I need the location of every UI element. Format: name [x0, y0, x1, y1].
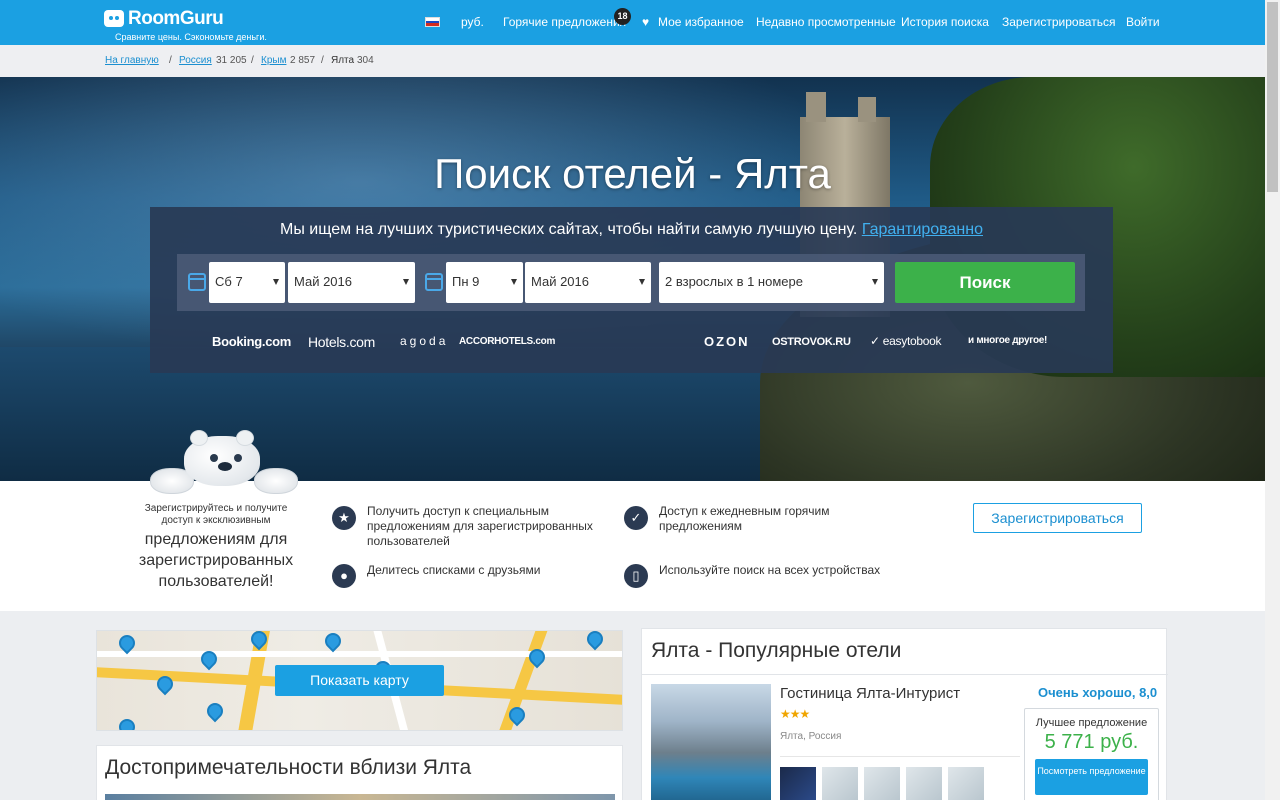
search-tagline: Мы ищем на лучших туристических сайтах, … [280, 221, 983, 238]
nav-hot-deals[interactable]: Горячие предложения [503, 15, 626, 29]
register-button[interactable]: Зарегистрироваться [973, 503, 1142, 533]
partner-ostrovok-logo: OSTROVOK.RU [772, 336, 851, 348]
breadcrumb-country-count: 31 205 [216, 55, 247, 66]
checkin-month-select[interactable]: Май 2016 [288, 262, 415, 303]
logo-name: RoomGuru [128, 8, 224, 29]
breadcrumb-home-link[interactable]: На главную [105, 55, 159, 66]
feature-special-offers: Получить доступ к специальным предложени… [367, 504, 593, 548]
hero-title: Поиск отелей - Ялта [434, 150, 831, 197]
nav-register[interactable]: Зарегистрироваться [1002, 15, 1115, 29]
top-navigation-bar: RoomGuru Сравните цены. Сэкономьте деньг… [0, 0, 1265, 45]
partner-accorhotels-logo: ACCORHOTELS.com [459, 336, 556, 347]
partners-more-text: и многое другое! [968, 335, 1048, 346]
hotel-thumbnail[interactable] [780, 767, 816, 800]
hotel-thumbnail[interactable] [864, 767, 900, 800]
checkout-month-select[interactable]: Май 2016 [525, 262, 651, 303]
hotel-rating: Очень хорошо, 8,0 [1038, 685, 1158, 700]
hotel-thumbnail[interactable] [906, 767, 942, 800]
map-pin-icon [115, 715, 139, 730]
partner-easytobook-logo: ✓ easytobook [870, 334, 942, 348]
registration-promo: Зарегистрируйтесь и получите доступ к эк… [0, 430, 1265, 611]
breadcrumb-country-link[interactable]: Россия [179, 55, 212, 66]
check-icon: ✓ [624, 506, 648, 530]
nav-search-history[interactable]: История поиска [901, 15, 989, 29]
nav-login[interactable]: Войти [1126, 15, 1160, 29]
heart-icon: ♥ [642, 15, 650, 29]
nearby-sights-card: Достопримечательности вблизи Ялта [96, 745, 623, 800]
guarantee-link[interactable]: Гарантированно [862, 221, 983, 238]
partner-ozon-logo: OZON [704, 334, 750, 349]
best-offer-label: Лучшее предложение [1035, 717, 1148, 729]
page-scrollbar[interactable] [1265, 0, 1280, 800]
bear-logo-icon [104, 10, 124, 27]
partner-agoda-logo: agoda [400, 334, 449, 348]
hotel-location: Ялта, Россия [780, 731, 842, 742]
nav-favorites[interactable]: Мое избранное [658, 15, 744, 29]
phone-icon: ▯ [624, 564, 648, 588]
hotel-name[interactable]: Гостиница Ялта-Интурист [780, 685, 960, 702]
hotel-thumbnail[interactable] [822, 767, 858, 800]
partner-hotels-logo: Hotels.com [308, 334, 376, 350]
breadcrumb-region-count: 2 857 [290, 55, 316, 66]
nearby-sights-title: Достопримечательности вблизи Ялта [105, 756, 472, 779]
russia-flag-icon[interactable] [425, 17, 440, 27]
hotel-photo[interactable] [651, 684, 771, 800]
nav-recently-viewed[interactable]: Недавно просмотренные [756, 15, 896, 29]
breadcrumb-city-count: 304 [357, 55, 374, 66]
popular-hotels-title: Ялта - Популярные отели [651, 639, 902, 662]
logo-tagline: Сравните цены. Сэкономьте деньги. [115, 32, 267, 42]
search-form: Сб 7 Май 2016 Пн 9 Май 2016 2 взрослых в… [177, 254, 1085, 311]
partner-booking-logo: Booking.com [212, 334, 292, 349]
breadcrumb-region-link[interactable]: Крым [261, 55, 286, 66]
view-offer-button[interactable]: Посмотреть предложение [1035, 759, 1148, 795]
people-icon: ● [332, 564, 356, 588]
bear-mascot [150, 430, 298, 498]
checkin-day-select[interactable]: Сб 7 [209, 262, 285, 303]
hotel-thumbnail[interactable] [948, 767, 984, 800]
guests-select[interactable]: 2 взрослых в 1 номере [659, 262, 884, 303]
hotel-stars: ★★★ [780, 707, 810, 721]
hot-deals-count-badge: 18 [614, 8, 631, 25]
breadcrumb-current-city: Ялта [331, 55, 355, 66]
scrollbar-thumb[interactable] [1267, 2, 1278, 192]
show-map-button[interactable]: Показать карту [275, 665, 444, 696]
search-button[interactable]: Поиск [895, 262, 1075, 303]
best-offer-price: 5 771 руб. [1044, 731, 1139, 753]
checkout-calendar-icon[interactable] [425, 273, 443, 291]
breadcrumb: На главную / Россия 31 205 / Крым 2 857 … [0, 45, 1265, 77]
best-offer-box: Лучшее предложение 5 771 руб. Посмотреть… [1024, 708, 1159, 800]
map-pin-icon [321, 631, 345, 653]
map-preview[interactable]: Показать карту [96, 630, 623, 731]
checkin-calendar-icon[interactable] [188, 273, 206, 291]
currency-selector[interactable]: руб. [461, 15, 484, 29]
popular-hotels-card: Ялта - Популярные отели Гостиница Ялта-И… [641, 628, 1168, 800]
promo-small-text: Зарегистрируйтесь и получите доступ к эк… [144, 503, 288, 526]
feature-share-lists: Делитесь списками с друзьями [367, 563, 541, 577]
feature-all-devices: Используйте поиск на всех устройствах [659, 563, 881, 577]
feature-hot-deals: Доступ к ежедневным горячим предложениям [659, 504, 830, 533]
checkout-day-select[interactable]: Пн 9 [446, 262, 523, 303]
sights-image[interactable] [105, 794, 615, 800]
promo-big-text: предложениям для зарегистрированных поль… [138, 531, 294, 590]
star-icon: ★ [332, 506, 356, 530]
map-pin-icon [203, 699, 227, 723]
search-panel: Мы ищем на лучших туристических сайтах, … [150, 207, 1113, 373]
map-pin-icon [583, 631, 607, 651]
